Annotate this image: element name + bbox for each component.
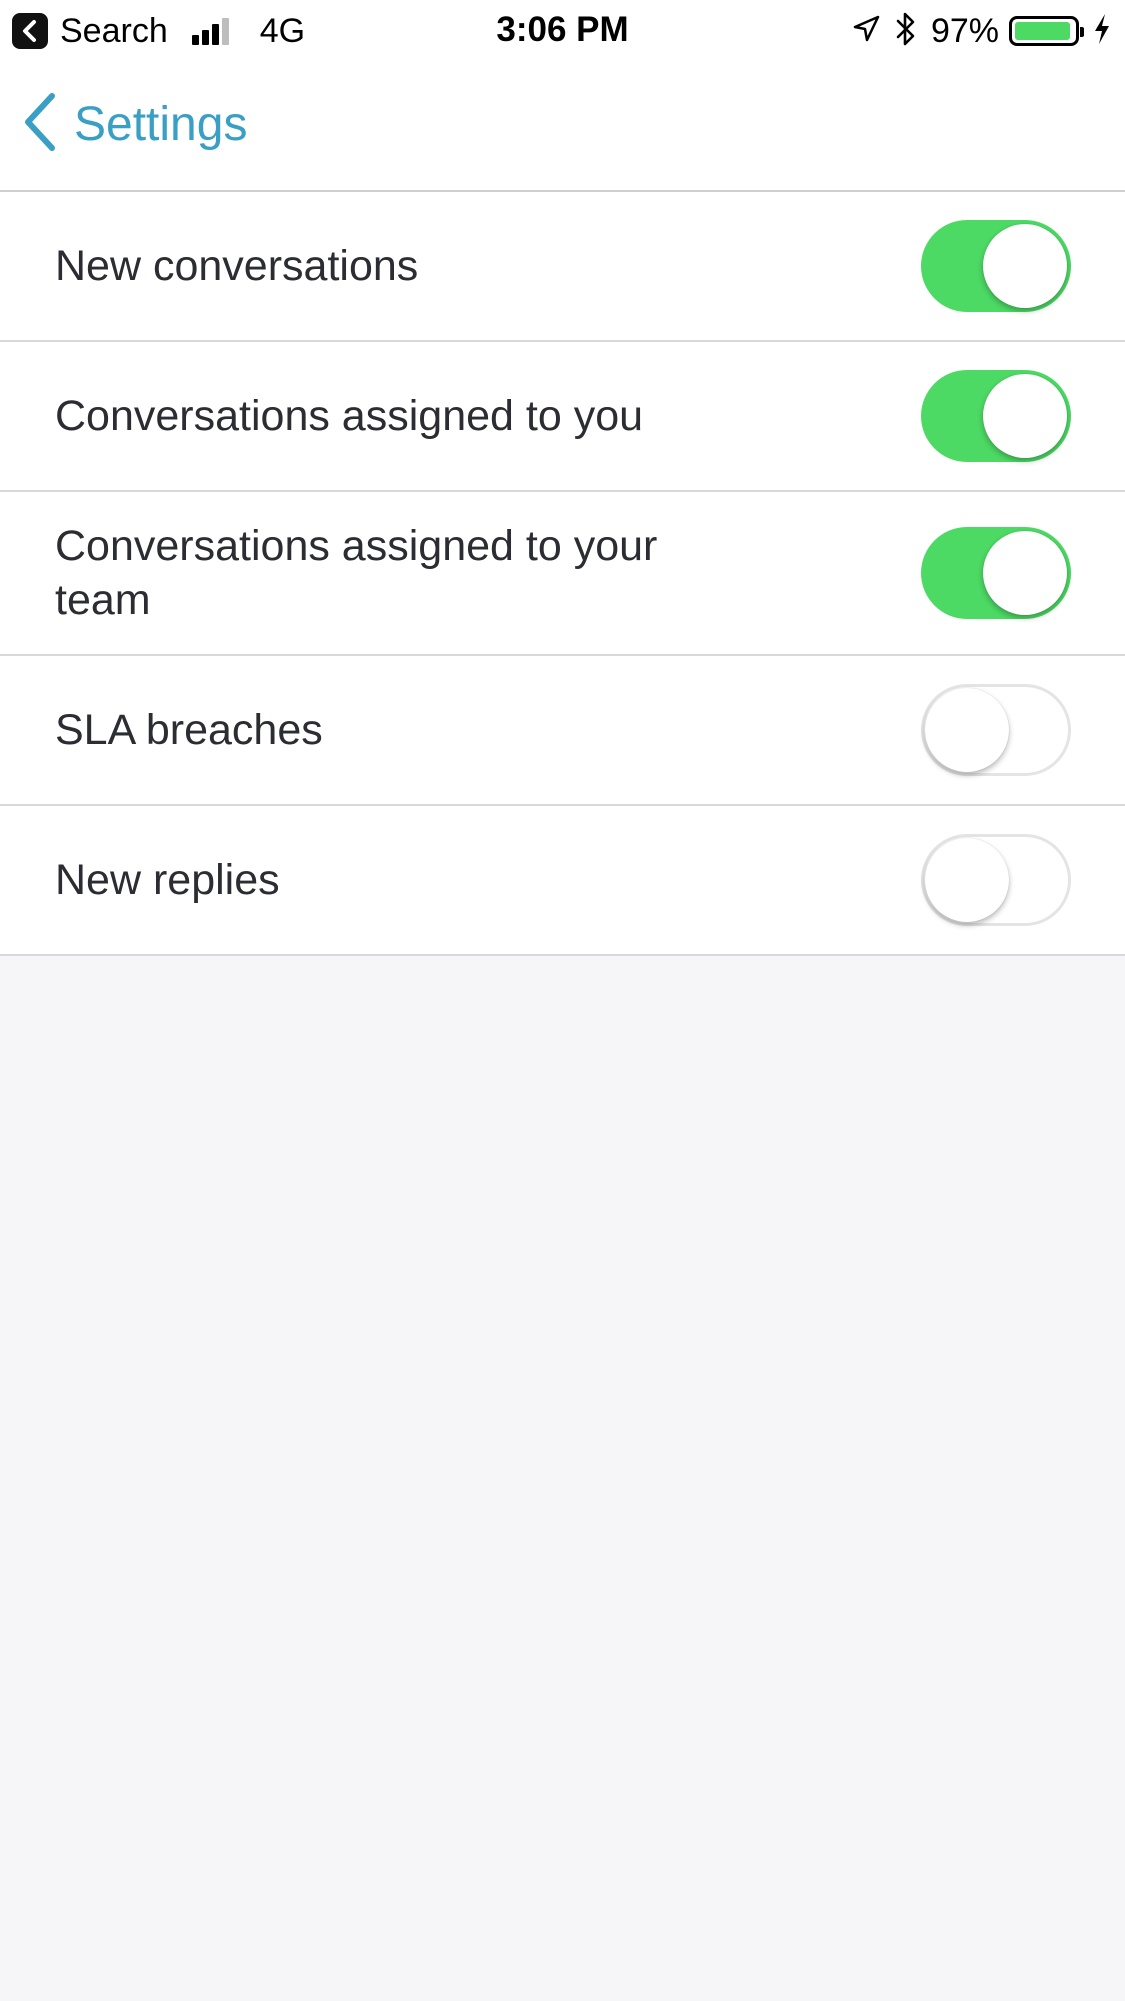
location-arrow-icon (851, 14, 881, 49)
navigation-bar: Settings (0, 62, 1125, 192)
toggle-knob (983, 224, 1067, 308)
bluetooth-icon (895, 11, 917, 52)
chevron-left-icon (22, 92, 56, 157)
sla-breaches-toggle[interactable] (921, 684, 1071, 776)
setting-row-assigned-to-team: Conversations assigned to your team (0, 492, 1125, 656)
setting-label: SLA breaches (55, 706, 323, 754)
setting-row-new-conversations: New conversations (0, 192, 1125, 342)
status-bar-right: 97% (851, 12, 1111, 50)
assigned-to-you-toggle[interactable] (921, 370, 1071, 462)
setting-label: New conversations (55, 242, 419, 290)
setting-label: Conversations assigned to you (55, 392, 644, 440)
battery-fill (1015, 22, 1071, 40)
toggle-knob (925, 838, 1009, 922)
toggle-knob (983, 374, 1067, 458)
setting-row-sla-breaches: SLA breaches (0, 656, 1125, 806)
setting-label: New replies (55, 856, 280, 904)
battery-icon (1009, 16, 1084, 46)
toggle-knob (983, 531, 1067, 615)
notification-settings-list: New conversations Conversations assigned… (0, 192, 1125, 956)
back-button[interactable]: Settings (22, 92, 247, 156)
toggle-knob (925, 688, 1009, 772)
back-button-label: Settings (74, 97, 248, 151)
new-conversations-toggle[interactable] (921, 220, 1071, 312)
status-bar: Search 4G 3:06 PM 97% (0, 0, 1125, 62)
battery-percent: 97% (930, 11, 999, 50)
setting-label: Conversations assigned to your team (55, 522, 658, 624)
charging-bolt-icon (1093, 13, 1111, 50)
setting-row-new-replies: New replies (0, 806, 1125, 956)
assigned-to-team-toggle[interactable] (921, 527, 1071, 619)
setting-row-assigned-to-you: Conversations assigned to you (0, 342, 1125, 492)
new-replies-toggle[interactable] (921, 834, 1071, 926)
